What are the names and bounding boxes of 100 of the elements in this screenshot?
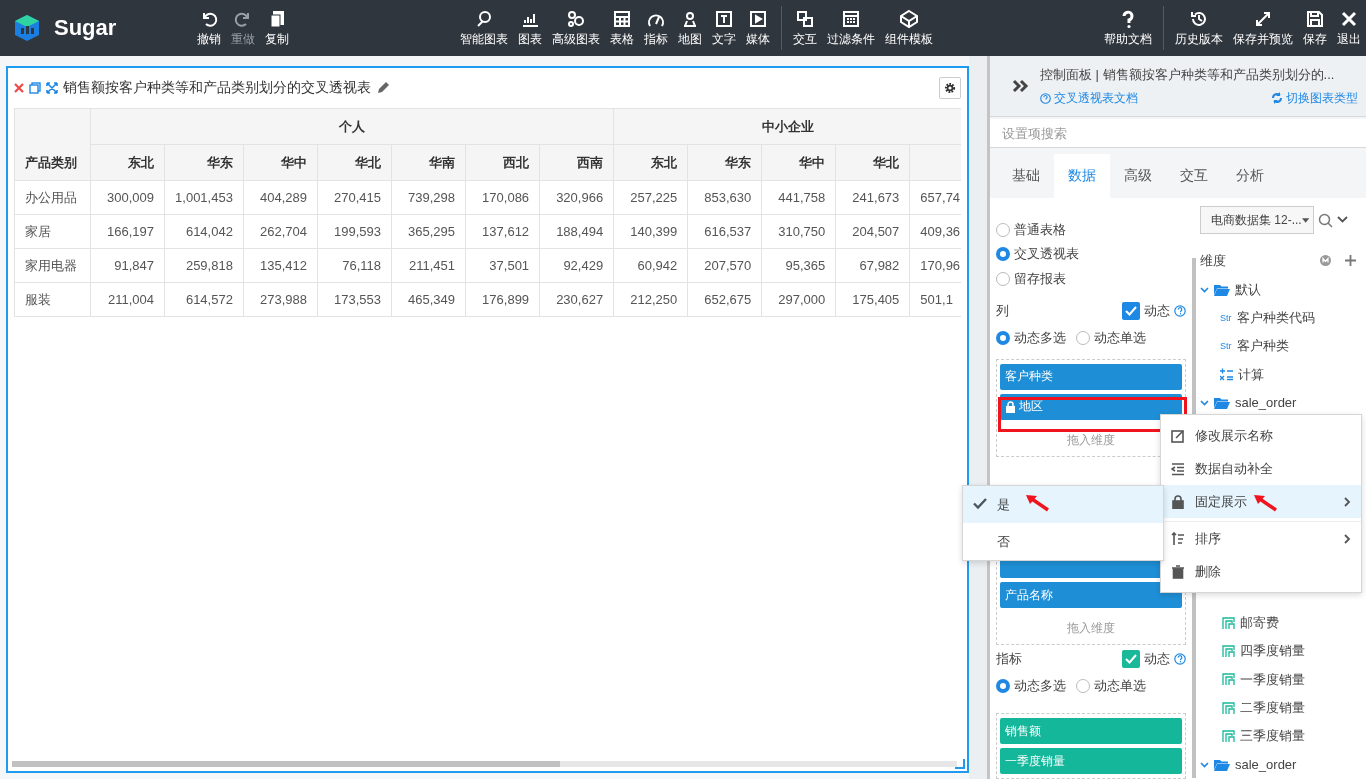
chevron-icon[interactable] (1200, 760, 1209, 770)
radio-option[interactable]: 动态多选 (996, 673, 1066, 700)
folder-icon (1214, 396, 1230, 409)
add-icon[interactable] (1345, 255, 1356, 267)
table-cell: 1,001,453 (164, 180, 244, 215)
toolbar-button[interactable]: 保存并预览 (1228, 6, 1298, 50)
table-cell: 76,118 (317, 248, 392, 283)
toolbar-button[interactable]: 撤销 (192, 6, 226, 50)
help-icon[interactable] (1174, 304, 1186, 317)
toolbar-button[interactable]: 保存 (1298, 6, 1332, 50)
chevron-icon[interactable] (1200, 398, 1209, 408)
drop-hint: 拖入维度 (1067, 620, 1115, 637)
toolbar-button[interactable]: 高级图表 (547, 6, 605, 50)
settings-button[interactable] (939, 77, 962, 99)
radio-option[interactable]: 普通表格 (996, 218, 1186, 243)
toolbar-button[interactable]: 历史版本 (1170, 6, 1228, 50)
tree-folder[interactable]: 默认 (1200, 275, 1362, 304)
edit-icon (1171, 428, 1185, 443)
radio-option[interactable]: 动态单选 (1076, 324, 1146, 351)
trash-icon (1171, 564, 1185, 579)
toolbar-button[interactable]: 地图 (673, 6, 707, 50)
tree-field[interactable]: 一季度销量 (1200, 665, 1362, 694)
drop-hint: 拖入维度 (1067, 431, 1115, 449)
panel-title: 控制面板 | 销售额按客户种类等和产品类别划分的... (1040, 65, 1336, 84)
chevron-icon[interactable] (1200, 285, 1209, 294)
close-icon[interactable] (14, 83, 24, 93)
table-cell: 188,494 (539, 214, 614, 249)
tree-field[interactable]: Str 客户种类 (1200, 332, 1362, 361)
tree-field[interactable]: 邮寄费 (1200, 608, 1362, 638)
toolbar-button[interactable]: 复制 (260, 6, 294, 50)
tree-folder[interactable]: sale_order (1200, 750, 1362, 779)
chevron-icon[interactable] (1337, 216, 1348, 224)
radio-option[interactable]: 交叉透视表 (996, 242, 1186, 267)
table-header: 华中 (243, 144, 318, 181)
checkbox[interactable] (1122, 301, 1140, 320)
pencil-icon[interactable] (376, 81, 390, 95)
cube-icon (899, 8, 919, 29)
tab[interactable]: 交互 (1166, 154, 1222, 198)
toolbar-button[interactable]: 表格 (605, 6, 639, 50)
copy-icon[interactable] (29, 82, 41, 94)
help-icon[interactable] (1174, 653, 1186, 665)
toolbar-button[interactable]: 交互 (788, 6, 822, 50)
badge-icon[interactable] (1320, 255, 1331, 267)
table-header: 东北 (90, 144, 165, 181)
toolbar-button[interactable]: 过滤条件 (822, 6, 880, 50)
toolbar-button[interactable]: 图表 (513, 6, 547, 50)
table-header: 华中 (761, 144, 836, 181)
table-cell: 257,225 (613, 180, 688, 215)
table-cell: 135,412 (243, 248, 318, 283)
tree-field[interactable]: 三季度销量 (1200, 722, 1362, 751)
collapse-icon[interactable] (1012, 79, 1030, 93)
tree-folder[interactable]: sale_order (1200, 388, 1362, 418)
table-cell: 37,501 (465, 248, 540, 283)
menu-item[interactable]: 是 (963, 486, 1163, 523)
resize-handle[interactable] (955, 759, 966, 769)
tree-field[interactable]: Str 客户种类代码 (1200, 303, 1362, 333)
tab[interactable]: 分析 (1222, 154, 1278, 198)
field-chip[interactable]: 产品名称 (1000, 582, 1182, 608)
tree-field[interactable]: 二季度销量 (1200, 693, 1362, 723)
tab[interactable]: 基础 (998, 154, 1054, 198)
table-header: 中小企业 (613, 108, 962, 145)
table-cell: 441,758 (761, 180, 836, 215)
table-cell: 67,982 (835, 248, 910, 283)
toolbar-button[interactable]: 指标 (639, 6, 673, 50)
toolbar-button[interactable]: 媒体 (741, 6, 775, 50)
tab[interactable]: 数据 (1054, 154, 1110, 198)
radio-option[interactable]: 动态单选 (1076, 673, 1146, 700)
toolbar-button[interactable]: 帮助文档 (1099, 6, 1157, 50)
arrow-icon (1252, 493, 1278, 513)
table-cell: 212,250 (613, 282, 688, 317)
expand-icon[interactable] (46, 82, 58, 94)
toolbar-button[interactable]: 智能图表 (455, 6, 513, 50)
toolbar-button[interactable]: 组件模板 (880, 6, 938, 50)
table-cell: 173,553 (317, 282, 392, 317)
toolbar-button[interactable]: 文字 (707, 6, 741, 50)
field-chip[interactable]: 客户种类 (1000, 363, 1182, 390)
tab[interactable]: 高级 (1110, 154, 1166, 198)
checkbox[interactable] (1122, 650, 1140, 668)
menu-item[interactable]: 固定展示 (1161, 485, 1361, 518)
table-header: 西北 (465, 144, 540, 181)
table-cell: 616,537 (687, 214, 762, 249)
search-icon[interactable] (1318, 212, 1333, 228)
tree-field[interactable]: 计算 (1200, 360, 1362, 389)
dataset-select[interactable]: 电商数据集 12-... (1200, 206, 1314, 234)
table-header: 华东 (164, 144, 244, 181)
refresh-icon (1271, 92, 1283, 104)
tree-field[interactable]: 四季度销量 (1200, 637, 1362, 666)
toolbar-button[interactable]: 退出 (1332, 6, 1366, 50)
search-field[interactable]: 设置项搜索 (990, 119, 1366, 148)
radio-option[interactable]: 留存报表 (996, 266, 1186, 291)
indent-icon (1171, 461, 1185, 476)
table-cell: 家居 (14, 214, 91, 249)
table-cell: 95,365 (761, 248, 836, 283)
dropdown-icon (1301, 217, 1309, 223)
radio-option[interactable]: 动态多选 (996, 324, 1066, 351)
table-cell: 320,966 (539, 180, 614, 215)
table-cell: 614,572 (164, 282, 244, 317)
table-cell: 614,042 (164, 214, 244, 249)
logo-icon (12, 13, 42, 43)
table-cell: 241,673 (835, 180, 910, 215)
